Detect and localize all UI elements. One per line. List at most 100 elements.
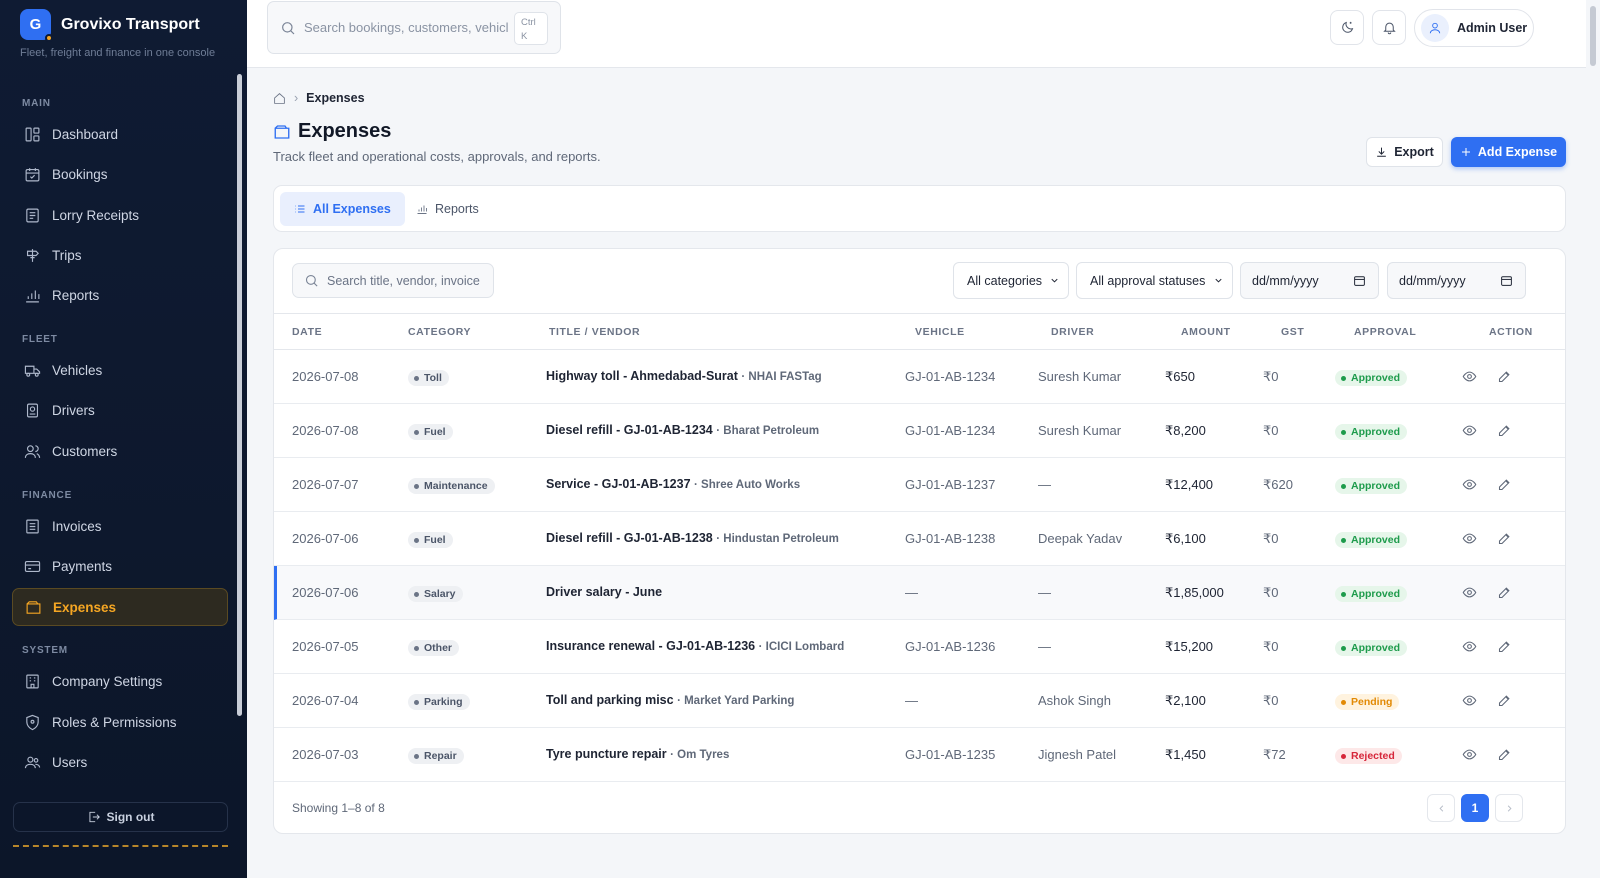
breadcrumb: › Expenses: [273, 91, 365, 105]
approval-filter[interactable]: All approval statuses: [1076, 262, 1233, 299]
expense-gst: ₹0: [1263, 423, 1279, 438]
chevron-down-icon: [1215, 278, 1222, 283]
table-row[interactable]: 2026-07-06 Salary Driver salary - June — — ₹…: [274, 566, 1565, 620]
sidebar-item-trips[interactable]: Trips: [12, 236, 228, 274]
expense-search-input[interactable]: [327, 273, 492, 288]
edit-icon[interactable]: [1497, 585, 1512, 600]
date-from-input[interactable]: dd/mm/yyyy: [1240, 262, 1379, 299]
page-button-1[interactable]: 1: [1461, 794, 1489, 822]
expense-date: 2026-07-08: [292, 423, 359, 438]
expense-title: Tyre puncture repair · Om Tyres: [546, 747, 729, 761]
category-filter[interactable]: All categories: [953, 262, 1069, 299]
column-header-amount[interactable]: AMOUNT: [1181, 326, 1231, 338]
table-row[interactable]: 2026-07-03 Repair Tyre puncture repair · O…: [274, 728, 1565, 782]
edit-icon[interactable]: [1497, 477, 1512, 492]
sidebar-item-users[interactable]: Users: [12, 743, 228, 781]
user-group-icon: [24, 756, 41, 768]
sidebar-scrollbar[interactable]: [237, 74, 242, 716]
edit-icon[interactable]: [1497, 531, 1512, 546]
sidebar-item-drivers[interactable]: Drivers: [12, 391, 228, 429]
sidebar-item-reports[interactable]: Reports: [12, 276, 228, 314]
sidebar-item-label: Customers: [52, 443, 118, 459]
expense-vehicle: GJ-01-AB-1234: [905, 369, 996, 384]
sidebar-item-label: Users: [52, 754, 88, 770]
previous-page-button[interactable]: [1427, 794, 1455, 822]
signpost-icon: [26, 248, 39, 262]
bell-icon: [1382, 22, 1396, 35]
expense-date: 2026-07-03: [292, 747, 359, 762]
sidebar-item-company-settings[interactable]: Company Settings: [12, 662, 228, 700]
users-icon: [24, 444, 41, 458]
column-header-approval[interactable]: APPROVAL: [1354, 326, 1416, 338]
theme-toggle-button[interactable]: [1330, 10, 1364, 45]
home-icon[interactable]: [273, 92, 286, 105]
invoice-icon: [26, 519, 39, 533]
column-header-date[interactable]: DATE: [292, 326, 322, 338]
tab-reports[interactable]: Reports: [402, 192, 493, 226]
next-page-button[interactable]: [1495, 794, 1523, 822]
tab-all-expenses[interactable]: All Expenses: [280, 192, 405, 226]
calendar-icon[interactable]: [1500, 274, 1513, 287]
edit-icon[interactable]: [1497, 747, 1512, 762]
column-header-gst[interactable]: GST: [1281, 326, 1304, 338]
sidebar-item-vehicles[interactable]: Vehicles: [12, 351, 228, 389]
approval-filter-value: All approval statuses: [1090, 273, 1206, 288]
moon-icon: [1341, 21, 1353, 33]
sidebar-item-roles-permissions[interactable]: Roles & Permissions: [12, 703, 228, 741]
export-label: Export: [1394, 145, 1434, 159]
view-icon[interactable]: [1462, 531, 1477, 546]
sidebar-item-dashboard[interactable]: Dashboard: [12, 115, 228, 153]
expense-title: Toll and parking misc · Market Yard Park…: [546, 693, 794, 707]
brand[interactable]: G Grovixo Transport: [20, 9, 200, 42]
expense-date: 2026-07-07: [292, 477, 359, 492]
status-dot: [1341, 699, 1346, 705]
view-icon[interactable]: [1462, 423, 1477, 438]
category-badge: Salary: [408, 586, 463, 602]
view-icon[interactable]: [1462, 477, 1477, 492]
table-row[interactable]: 2026-07-07 Maintenance Service - GJ-01-AB-…: [274, 458, 1565, 512]
column-header-vehicle[interactable]: VEHICLE: [915, 326, 965, 338]
edit-icon[interactable]: [1497, 369, 1512, 384]
edit-icon[interactable]: [1497, 423, 1512, 438]
receipt-icon: [26, 208, 39, 222]
sidebar-item-customers[interactable]: Customers: [12, 432, 228, 470]
sign-out-button[interactable]: Sign out: [13, 802, 228, 832]
calendar-icon[interactable]: [1353, 274, 1366, 287]
date-to-input[interactable]: dd/mm/yyyy: [1387, 262, 1526, 299]
table-row[interactable]: 2026-07-05 Other Insurance renewal - GJ-01…: [274, 620, 1565, 674]
notifications-button[interactable]: [1372, 10, 1406, 45]
expense-amount: ₹2,100: [1165, 693, 1206, 708]
view-icon[interactable]: [1462, 747, 1477, 762]
chevron-left-icon: [1438, 804, 1443, 812]
sidebar-item-expenses[interactable]: Expenses: [12, 588, 228, 626]
category-dot: [414, 375, 419, 381]
column-header-title-vendor[interactable]: TITLE / VENDOR: [549, 326, 640, 338]
page-scrollbar-thumb[interactable]: [1590, 6, 1596, 66]
table-row[interactable]: 2026-07-08 Toll Highway toll - Ahmedabad-S…: [274, 350, 1565, 404]
global-search[interactable]: Ctrl K: [267, 1, 561, 54]
global-search-input[interactable]: [304, 20, 509, 35]
table-row[interactable]: 2026-07-04 Parking Toll and parking misc ·…: [274, 674, 1565, 728]
view-icon[interactable]: [1462, 639, 1477, 654]
sidebar-item-payments[interactable]: Payments: [12, 547, 228, 585]
sidebar-item-lorry-receipts[interactable]: Lorry Receipts: [12, 196, 228, 234]
export-button[interactable]: Export: [1366, 137, 1443, 167]
view-icon[interactable]: [1462, 585, 1477, 600]
breadcrumb-current: Expenses: [306, 91, 365, 105]
view-icon[interactable]: [1462, 369, 1477, 384]
edit-icon[interactable]: [1497, 639, 1512, 654]
column-header-driver[interactable]: DRIVER: [1051, 326, 1094, 338]
sidebar-item-bookings[interactable]: Bookings: [12, 155, 228, 193]
page-scrollbar[interactable]: [1586, 0, 1600, 878]
table-row[interactable]: 2026-07-08 Fuel Diesel refill - GJ-01-AB-1…: [274, 404, 1565, 458]
category-dot: [414, 645, 419, 651]
edit-icon[interactable]: [1497, 693, 1512, 708]
add-expense-button[interactable]: Add Expense: [1451, 137, 1566, 167]
sidebar-item-invoices[interactable]: Invoices: [12, 507, 228, 545]
view-icon[interactable]: [1462, 693, 1477, 708]
column-header-category[interactable]: CATEGORY: [408, 326, 471, 338]
expense-search[interactable]: [292, 263, 494, 298]
user-menu[interactable]: Admin User: [1414, 9, 1534, 47]
expense-gst: ₹0: [1263, 639, 1279, 654]
table-row[interactable]: 2026-07-06 Fuel Diesel refill - GJ-01-AB-1…: [274, 512, 1565, 566]
